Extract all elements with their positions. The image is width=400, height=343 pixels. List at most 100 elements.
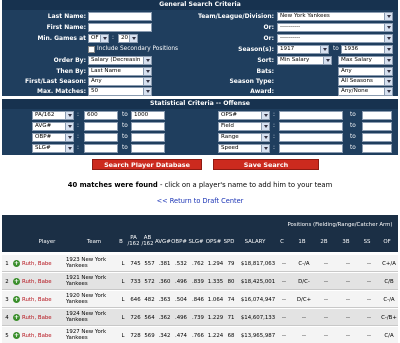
sort-max-select[interactable]: Max Salary [338, 56, 393, 65]
max-matches-select[interactable]: 50 [88, 87, 152, 96]
stat-min-input[interactable] [279, 111, 343, 120]
stat-max-input[interactable] [131, 144, 165, 153]
chevron-down-icon [65, 112, 73, 119]
stat-min-input[interactable] [84, 122, 118, 131]
col-c[interactable]: C [278, 239, 286, 245]
obp-cell: .496 [174, 279, 187, 285]
col-avg[interactable]: AVG# [155, 239, 171, 245]
player-name-link[interactable]: Ruth, Babe [22, 315, 52, 321]
stat-colon: : [273, 134, 275, 140]
or-select-1[interactable]: ---------- [277, 23, 393, 32]
then-by-select[interactable]: Last Name [88, 67, 152, 76]
c-cell: -- [282, 315, 286, 321]
add-player-icon[interactable]: + [13, 332, 20, 339]
2b-cell: -- [324, 261, 328, 267]
stat-select[interactable]: Range [218, 133, 270, 142]
player-name-link[interactable]: Ruth, Babe [22, 279, 52, 285]
col-ops[interactable]: OPS# [205, 239, 222, 245]
col-salary[interactable]: SALARY [240, 239, 270, 245]
stat-min-input[interactable] [279, 122, 343, 131]
add-player-icon[interactable]: + [13, 278, 20, 285]
bats-cell: L [121, 297, 125, 303]
add-player-icon[interactable]: + [13, 260, 20, 267]
add-player-icon[interactable]: + [13, 314, 20, 321]
search-player-database-button[interactable]: Search Player Database [92, 159, 202, 170]
order-by-select[interactable]: Salary (Decreasin [88, 56, 152, 65]
player-name-link[interactable]: Ruth, Babe [22, 297, 52, 303]
or-select-2[interactable]: ---------- [277, 34, 393, 43]
stat-min-input[interactable] [84, 144, 118, 153]
stat-select[interactable]: SLG# [32, 144, 74, 153]
last-name-input[interactable] [88, 12, 152, 21]
stat-select[interactable]: Field [218, 122, 270, 131]
sort-min-select[interactable]: Min Salary [277, 56, 332, 65]
stat-criteria-title: Statistical Criteria -- Offense [2, 99, 398, 109]
season-type-select[interactable]: All Seasons [338, 77, 393, 86]
player-name-link[interactable]: Ruth, Babe [22, 261, 52, 267]
col-obp[interactable]: OBP# [171, 239, 187, 245]
min-games-position-select[interactable]: OF [88, 34, 109, 43]
chevron-down-icon [384, 68, 392, 75]
slg-cell: .846 [191, 297, 204, 303]
stat-min-input[interactable]: 600 [84, 111, 118, 120]
award-select[interactable]: Any/None [338, 87, 393, 96]
stat-min-input[interactable] [84, 133, 118, 142]
stat-max-input[interactable] [362, 111, 392, 120]
stat-max-input[interactable] [362, 122, 392, 131]
stat-colon: : [77, 112, 79, 118]
bats-select[interactable]: Any [338, 67, 393, 76]
max-matches-label: Max. Matches: [36, 88, 86, 95]
spd-cell: 68 [227, 333, 235, 339]
team-select[interactable]: New York Yankees [277, 12, 393, 21]
stat-select[interactable]: PA/162 [32, 111, 74, 120]
slg-cell: .739 [191, 315, 204, 321]
col-player[interactable]: Player [34, 239, 60, 245]
bats-cell: L [121, 261, 125, 267]
season-from-select[interactable]: 1917 [277, 45, 329, 54]
stat-min-input[interactable] [279, 144, 343, 153]
stat-max-input[interactable] [362, 144, 392, 153]
min-games-colon: : [112, 35, 114, 41]
min-games-value-select[interactable]: 20 [118, 34, 138, 43]
stat-select[interactable]: Speed [218, 144, 270, 153]
col-pa-162[interactable]: PA /162 [127, 235, 140, 247]
stat-min-input[interactable] [279, 133, 343, 142]
col-2b[interactable]: 2B [318, 239, 330, 245]
add-player-icon[interactable]: + [13, 296, 20, 303]
chevron-down-icon [129, 35, 137, 42]
include-secondary-checkbox[interactable] [88, 46, 95, 53]
chevron-down-icon [384, 88, 392, 95]
player-name-link[interactable]: Ruth, Babe [22, 333, 52, 339]
save-search-button[interactable]: Save Search [213, 159, 319, 170]
matches-found-message: 40 matches were found - click on a playe… [0, 181, 400, 189]
stat-select[interactable]: AVG# [32, 122, 74, 131]
col-1b[interactable]: 1B [296, 239, 308, 245]
col-3b[interactable]: 3B [340, 239, 352, 245]
stat-select[interactable]: OBP# [32, 133, 74, 142]
stat-select[interactable]: OPS# [218, 111, 270, 120]
or-label-1: Or: [263, 24, 274, 31]
col-of[interactable]: OF [381, 239, 393, 245]
stat-max-input[interactable] [131, 122, 165, 131]
ss-cell: -- [367, 261, 371, 267]
chevron-down-icon [143, 88, 151, 95]
c-cell: -- [282, 297, 286, 303]
stat-max-input[interactable] [131, 133, 165, 142]
col-team[interactable]: Team [80, 239, 108, 245]
col-slg[interactable]: SLG# [188, 239, 204, 245]
first-name-input[interactable] [88, 23, 152, 32]
stat-max-input[interactable]: 1000 [131, 111, 165, 120]
col-ss[interactable]: SS [361, 239, 373, 245]
stat-colon: : [77, 123, 79, 129]
col-spd[interactable]: SPD [222, 239, 236, 245]
col-bats[interactable]: B [117, 239, 125, 245]
stat-max-input[interactable] [362, 133, 392, 142]
season-to-select[interactable]: 1936 [341, 45, 393, 54]
chevron-down-icon [143, 68, 151, 75]
slg-cell: .766 [191, 333, 204, 339]
spd-cell: 71 [227, 315, 235, 321]
results-table-header [2, 215, 398, 252]
return-to-draft-center-link[interactable]: << Return to Draft Center [0, 197, 400, 205]
col-ab-162[interactable]: AB /162 [141, 235, 154, 247]
first-last-season-select[interactable]: Any [88, 77, 152, 86]
